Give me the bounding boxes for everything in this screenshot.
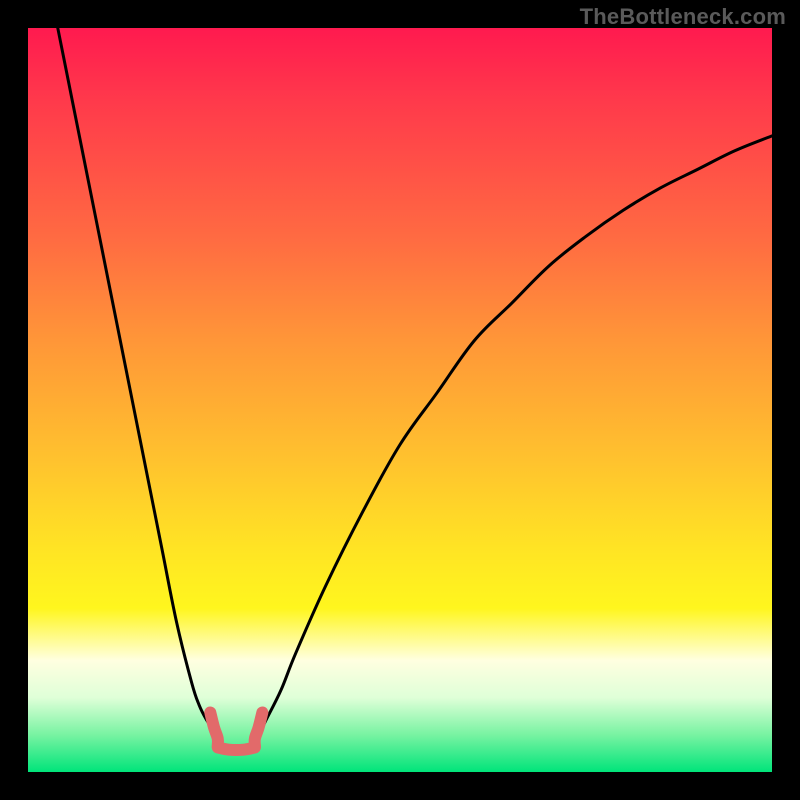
chart-gradient-background [28, 28, 772, 772]
bottleneck-notch-notch-bottom [218, 747, 255, 750]
watermark-label: TheBottleneck.com [580, 4, 786, 30]
bottleneck-curve-left-arm [58, 28, 222, 742]
bottleneck-notch-notch-right [255, 712, 263, 745]
bottleneck-notch-notch-left [210, 712, 218, 745]
chart-svg [28, 28, 772, 772]
bottleneck-curve-right-arm [251, 136, 772, 742]
